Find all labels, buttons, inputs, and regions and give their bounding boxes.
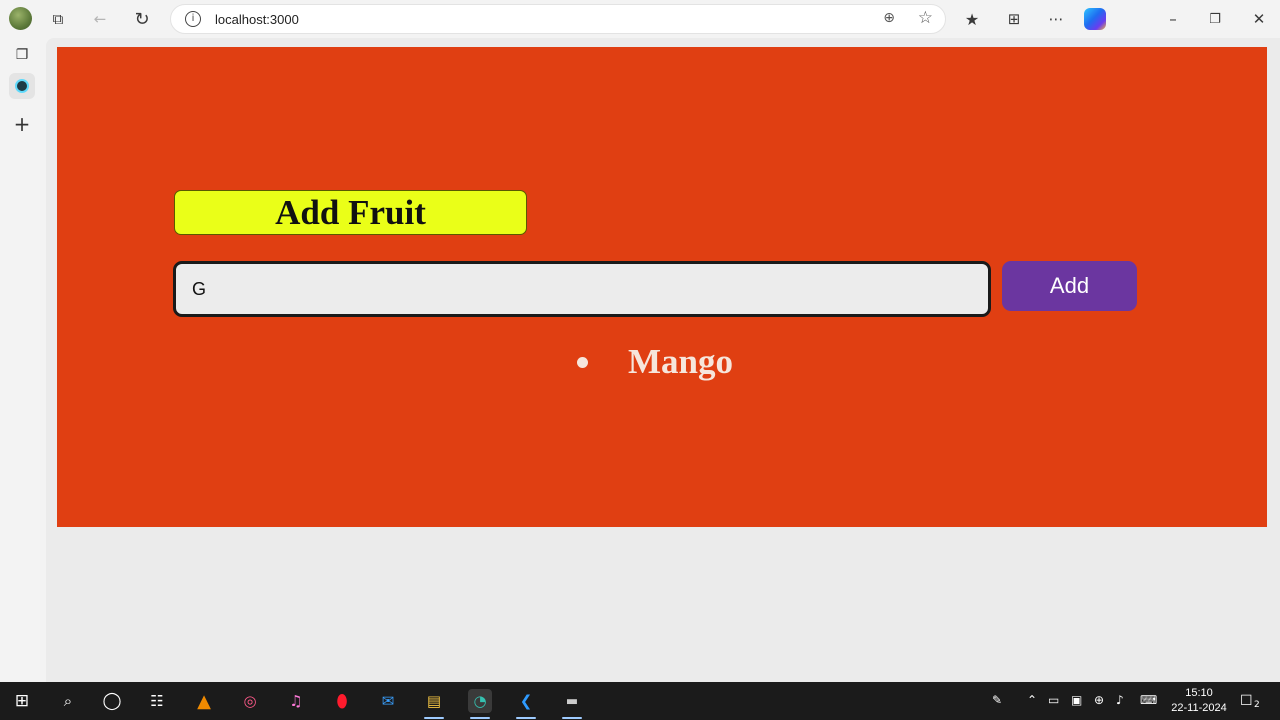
address-bar[interactable]: i localhost:3000 ⊕ ☆ [170,4,946,34]
fruit-app-panel: Add Fruit Add Mango [57,47,1267,527]
keyboard-icon[interactable]: ⌨ [1140,693,1157,707]
cortana-icon[interactable]: ◯ [100,689,124,713]
tab-react-app[interactable] [9,73,35,99]
refresh-icon[interactable]: ↻ [128,5,156,33]
task-view-icon[interactable]: ☷ [145,689,169,713]
site-info-icon[interactable]: i [185,11,201,27]
notification-center-icon[interactable]: ☐ [1240,693,1253,709]
add-fruit-button[interactable]: Add [1002,261,1137,311]
list-item: Mango [577,342,733,382]
url-text[interactable]: localhost:3000 [215,12,299,27]
display-icon[interactable]: ▣ [1071,693,1082,707]
more-options-icon[interactable]: ⋯ [1042,5,1070,33]
show-hidden-icons-chevron-icon[interactable]: ⌃ [1027,693,1037,707]
profile-avatar[interactable] [9,7,32,30]
minimize-icon[interactable]: – [1159,5,1187,33]
vertical-tabs-sidebar: ❐ + [0,38,46,682]
page-viewport: Add Fruit Add Mango [46,38,1280,682]
clock-time: 15:10 [1185,687,1213,699]
browser-toolbar: ⧉ ← ↻ i localhost:3000 ⊕ ☆ ★ ⊞ ⋯ – ❐ ✕ [0,0,1280,38]
windows-start-icon[interactable]: ⊞ [10,689,34,713]
restore-icon[interactable]: ❐ [1201,5,1229,33]
new-tab-plus-icon[interactable]: + [9,111,35,137]
react-favicon-icon [15,79,29,93]
copilot-icon[interactable] [1084,8,1106,30]
clock-date: 22-11-2024 [1171,702,1227,714]
back-arrow-icon[interactable]: ← [86,5,114,33]
taskbar: ⊞ ⌕ ◯ ☷ ▲ ◎ ♫ ⬮ ✉ ▤ ◔ ❮ ▬ ✎ ⌃ ▭ ▣ ⊕ ♪ ⌨ … [0,682,1280,720]
itunes-icon[interactable]: ♫ [284,689,308,713]
collections-icon[interactable]: ⊞ [1000,5,1028,33]
battery-icon[interactable]: ▭ [1048,693,1059,707]
network-globe-icon[interactable]: ⊕ [1094,693,1104,707]
tab-actions-icon[interactable]: ❐ [9,42,35,68]
vscode-icon[interactable]: ❮ [514,689,538,719]
fruit-name-input[interactable] [173,261,991,317]
mail-icon[interactable]: ✉ [376,689,400,713]
fruit-name: Mango [628,342,733,381]
search-icon[interactable]: ⌕ [56,689,80,713]
favorites-icon[interactable]: ★ [958,5,986,33]
workspaces-icon[interactable]: ⧉ [44,5,72,33]
bullet-icon [577,356,588,368]
fruit-list: Mango [577,342,733,382]
vlc-icon[interactable]: ▲ [192,689,216,713]
terminal-icon[interactable]: ▬ [560,689,584,719]
add-fruit-heading: Add Fruit [174,190,527,235]
notification-count-badge: 2 [1254,700,1260,710]
zoom-icon[interactable]: ⊕ [883,10,895,26]
instagram-icon[interactable]: ◎ [238,689,262,713]
volume-icon[interactable]: ♪ [1116,693,1124,707]
edge-icon[interactable]: ◔ [468,689,492,719]
pen-icon[interactable]: ✎ [992,693,1002,707]
file-explorer-icon[interactable]: ▤ [422,689,446,719]
opera-icon[interactable]: ⬮ [330,689,354,713]
close-icon[interactable]: ✕ [1245,5,1273,33]
favorite-star-icon[interactable]: ☆ [918,8,933,28]
system-clock[interactable]: 15:10 22-11-2024 [1168,686,1230,716]
